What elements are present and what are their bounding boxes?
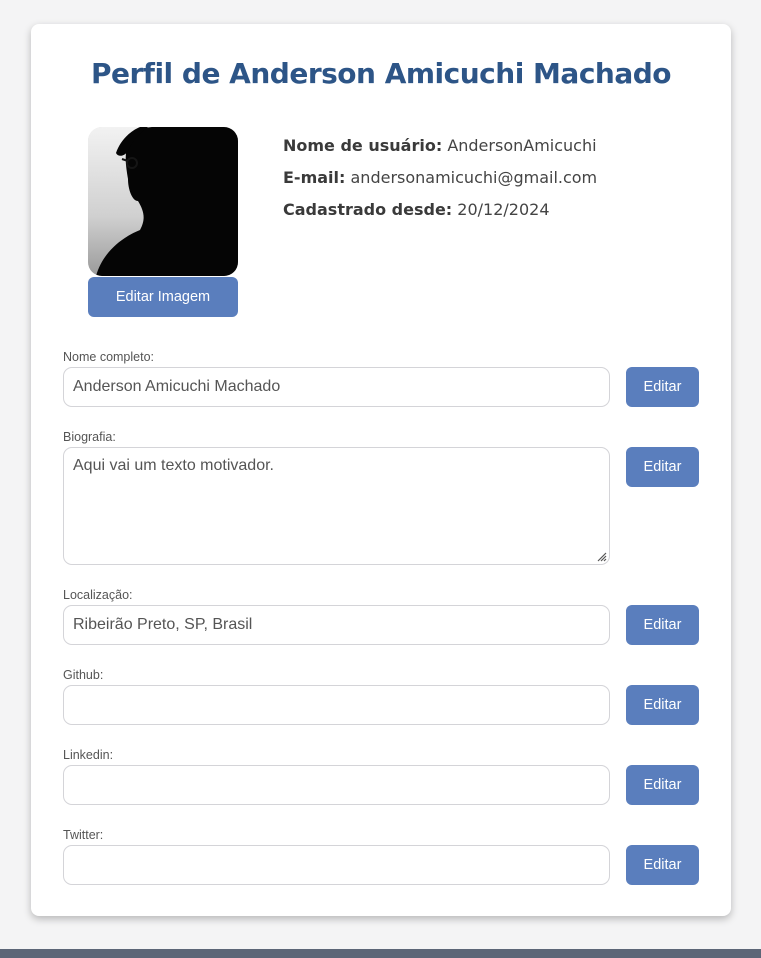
user-info: Nome de usuário: AndersonAmicuchi E-mail… bbox=[283, 130, 597, 226]
resize-grip-icon[interactable] bbox=[595, 550, 607, 562]
linkedin-input[interactable] bbox=[63, 765, 610, 805]
avatar bbox=[88, 127, 238, 276]
bio-textarea[interactable]: Aqui vai um texto motivador. bbox=[63, 447, 610, 565]
page-title: Perfil de Anderson Amicuchi Machado bbox=[90, 57, 672, 90]
edit-location-button[interactable]: Editar bbox=[626, 605, 699, 645]
username-label: Nome de usuário: bbox=[283, 136, 443, 155]
registered-since-label: Cadastrado desde: bbox=[283, 200, 453, 219]
twitter-label: Twitter: bbox=[63, 828, 104, 842]
edit-linkedin-button[interactable]: Editar bbox=[626, 765, 699, 805]
fullname-input[interactable]: Anderson Amicuchi Machado bbox=[63, 367, 610, 407]
location-input[interactable]: Ribeirão Preto, SP, Brasil bbox=[63, 605, 610, 645]
github-input[interactable] bbox=[63, 685, 610, 725]
linkedin-label: Linkedin: bbox=[63, 748, 114, 762]
fullname-label: Nome completo: bbox=[63, 350, 155, 364]
edit-bio-button[interactable]: Editar bbox=[626, 447, 699, 487]
edit-fullname-button[interactable]: Editar bbox=[626, 367, 699, 407]
twitter-input[interactable] bbox=[63, 845, 610, 885]
edit-twitter-button[interactable]: Editar bbox=[626, 845, 699, 885]
bio-text: Aqui vai um texto motivador. bbox=[73, 457, 274, 474]
edit-github-button[interactable]: Editar bbox=[626, 685, 699, 725]
registered-since-row: Cadastrado desde: 20/12/2024 bbox=[283, 194, 597, 226]
github-label: Github: bbox=[63, 668, 104, 682]
edit-image-button[interactable]: Editar Imagem bbox=[88, 277, 238, 317]
email-label: E-mail: bbox=[283, 168, 346, 187]
username-value: AndersonAmicuchi bbox=[447, 136, 597, 155]
bio-label: Biografia: bbox=[63, 430, 116, 444]
email-row: E-mail: andersonamicuchi@gmail.com bbox=[283, 162, 597, 194]
footer-bar bbox=[0, 949, 761, 958]
email-value: andersonamicuchi@gmail.com bbox=[350, 168, 598, 187]
registered-since-value: 20/12/2024 bbox=[457, 200, 550, 219]
username-row: Nome de usuário: AndersonAmicuchi bbox=[283, 130, 597, 162]
profile-card: Perfil de Anderson Amicuchi Machado Edit… bbox=[31, 24, 731, 916]
location-label: Localização: bbox=[63, 588, 133, 602]
